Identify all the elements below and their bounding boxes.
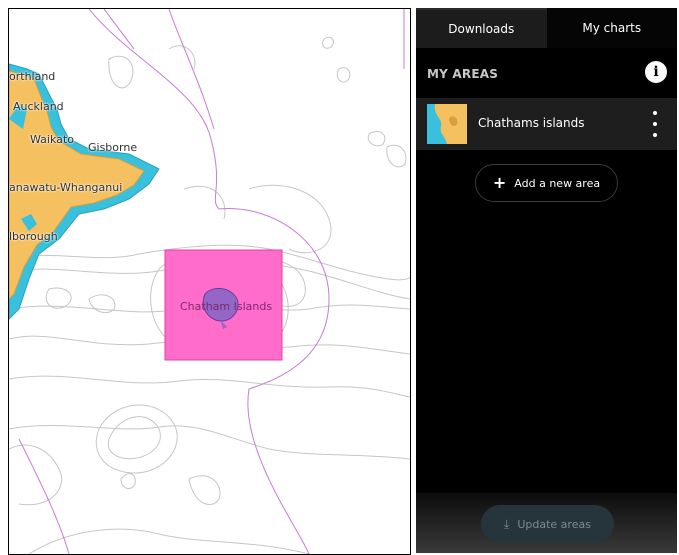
map-label-chatham-islands: Chatham Islands [180,300,273,313]
map-label-manawatu-whanganui: anawatu-Whanganui [9,181,123,194]
update-areas-label: Update areas [517,517,591,531]
menu-dot [653,133,657,137]
map-label-marlborough: lborough [9,230,58,243]
area-name: Chathams islands [478,116,585,130]
info-icon[interactable]: i [645,61,667,83]
map-label-gisborne: Gisborne [88,141,138,154]
add-new-area-button[interactable]: + Add a new area [475,164,618,202]
panel-footer: ⤓ Update areas [416,493,677,553]
chart-map-canvas[interactable] [9,9,410,554]
map-label-auckland: Auckland [13,100,64,113]
map-label-waikato: Waikato [30,133,74,146]
tab-my-charts[interactable]: My charts [546,8,677,48]
area-thumbnail [427,104,467,144]
chart-map[interactable]: orthland Auckland Waikato Gisborne anawa… [8,8,411,555]
tab-downloads[interactable]: Downloads [416,8,547,48]
add-new-area-label: Add a new area [514,176,601,190]
area-list-item[interactable]: Chathams islands [416,98,677,150]
my-areas-heading: MY AREAS [427,67,499,81]
menu-dot [653,111,657,115]
panel-tabs: Downloads My charts [416,8,677,48]
map-label-northland: orthland [9,70,56,83]
download-icon: ⤓ [504,516,510,531]
update-areas-button[interactable]: ⤓ Update areas [481,505,614,543]
plus-icon: + [492,173,507,192]
downloads-panel: Downloads My charts MY AREAS i Chathams … [416,8,677,553]
more-vertical-icon[interactable] [649,111,661,137]
menu-dot [653,122,657,126]
